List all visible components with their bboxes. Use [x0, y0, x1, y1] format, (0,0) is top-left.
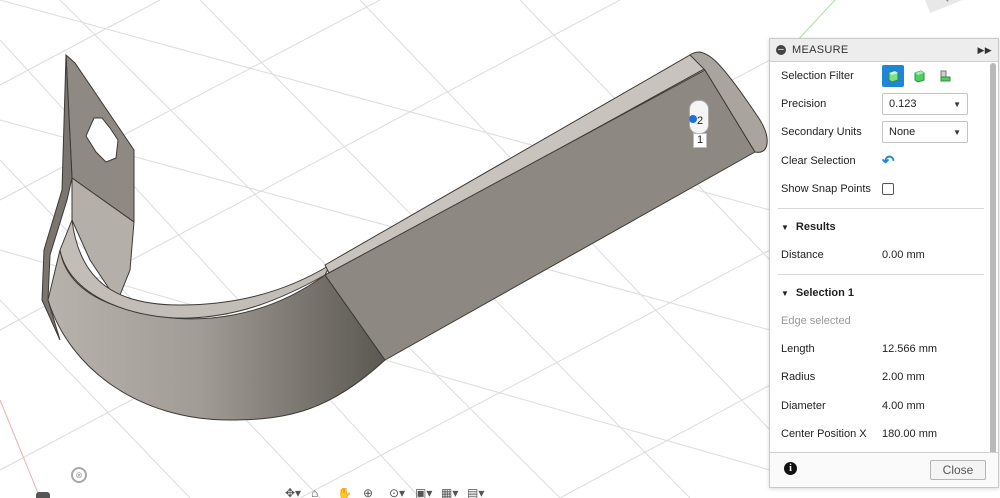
selection-point-dot[interactable]: [689, 115, 697, 123]
clear-selection-icon[interactable]: ↶: [882, 152, 895, 170]
selection-filter-row: Selection Filter: [781, 65, 984, 87]
navigation-toolbar: ✥▾ ⌂ ✋ ⊕ ⊙▾ ▣▾ ▦▾ ▤▾: [285, 488, 503, 498]
body-filter-icon[interactable]: [882, 65, 904, 87]
close-button[interactable]: Close: [930, 460, 986, 480]
collapse-icon[interactable]: –: [776, 45, 786, 55]
diameter-row: Diameter 4.00 mm: [781, 395, 984, 417]
measure-panel: – MEASURE ▶▶ Selection Filter Precision …: [769, 38, 999, 488]
center-x-row: Center Position X 180.00 mm: [781, 423, 984, 445]
results-title: Results: [795, 221, 836, 233]
panel-scrollbar[interactable]: [990, 63, 996, 455]
precision-value: 0.123: [889, 98, 917, 110]
x-axis-line: [0, 399, 41, 498]
selection-marker-2-label: 2: [697, 115, 704, 127]
clear-selection-row: Clear Selection ↶: [781, 150, 984, 172]
zoom-icon[interactable]: ⊕: [363, 488, 383, 498]
secondary-units-dropdown[interactable]: None ▼: [882, 121, 968, 143]
measure-panel-header[interactable]: – MEASURE ▶▶: [770, 39, 998, 62]
selection1-caret-icon[interactable]: ▼: [781, 289, 789, 298]
pan-icon[interactable]: ✋: [337, 488, 357, 498]
distance-label: Distance: [781, 249, 824, 261]
selection1-title: Selection 1: [795, 287, 854, 299]
selection-status-row: Edge selected: [781, 310, 984, 332]
divider: [778, 208, 984, 209]
panel-footer: i Close: [770, 452, 998, 487]
selection-filter-label: Selection Filter: [781, 70, 854, 82]
timeline-marker-icon[interactable]: [36, 492, 50, 498]
show-snap-points-checkbox[interactable]: [882, 183, 894, 195]
divider: [778, 274, 984, 275]
precision-label: Precision: [781, 98, 827, 110]
length-row: Length 12.566 mm: [781, 338, 984, 360]
vertex-filter-icon[interactable]: [934, 65, 956, 87]
distance-row: Distance 0.00 mm: [781, 244, 984, 266]
radius-row: Radius 2.00 mm: [781, 366, 984, 388]
panel-title: MEASURE: [792, 44, 849, 56]
results-header[interactable]: ▼ Results: [781, 216, 984, 238]
distance-value: 0.00 mm: [882, 249, 925, 261]
orbit-icon[interactable]: ⊗: [71, 467, 87, 483]
expand-panel-icon[interactable]: ▶▶: [978, 45, 992, 56]
clear-selection-label: Clear Selection: [781, 155, 856, 167]
precision-dropdown[interactable]: 0.123 ▼: [882, 93, 968, 115]
info-icon[interactable]: i: [784, 462, 797, 475]
length-value: 12.566 mm: [882, 343, 938, 355]
secondary-units-value: None: [889, 126, 916, 138]
selection1-header[interactable]: ▼ Selection 1: [781, 282, 984, 304]
show-snap-points-label: Show Snap Points: [781, 183, 871, 195]
chevron-down-icon: ▼: [953, 127, 961, 137]
center-x-value: 180.00 mm: [882, 428, 938, 440]
bracket-model: [41, 51, 768, 421]
chevron-down-icon: ▼: [953, 99, 961, 109]
radius-value: 2.00 mm: [882, 371, 925, 383]
results-caret-icon[interactable]: ▼: [781, 223, 789, 232]
diameter-label: Diameter: [781, 400, 826, 412]
secondary-units-label: Secondary Units: [781, 126, 862, 138]
radius-label: Radius: [781, 371, 816, 383]
look-at-icon[interactable]: ⌂: [311, 488, 331, 498]
show-snap-points-row: Show Snap Points: [781, 178, 984, 200]
precision-row: Precision 0.123 ▼: [781, 93, 984, 115]
diameter-value: 4.00 mm: [882, 400, 925, 412]
face-filter-icon[interactable]: [908, 65, 930, 87]
center-x-label: Center Position X: [781, 428, 867, 440]
selection-status: Edge selected: [781, 315, 851, 327]
length-label: Length: [781, 343, 815, 355]
grid-settings-icon[interactable]: ▦▾: [441, 488, 461, 498]
viewports-icon[interactable]: ▤▾: [467, 488, 487, 498]
selection-marker-1-label: 1: [693, 133, 708, 148]
fit-icon[interactable]: ⊙▾: [389, 488, 409, 498]
display-settings-icon[interactable]: ▣▾: [415, 488, 435, 498]
secondary-units-row: Secondary Units None ▼: [781, 121, 984, 143]
orbit-tool-icon[interactable]: ✥▾: [285, 488, 305, 498]
